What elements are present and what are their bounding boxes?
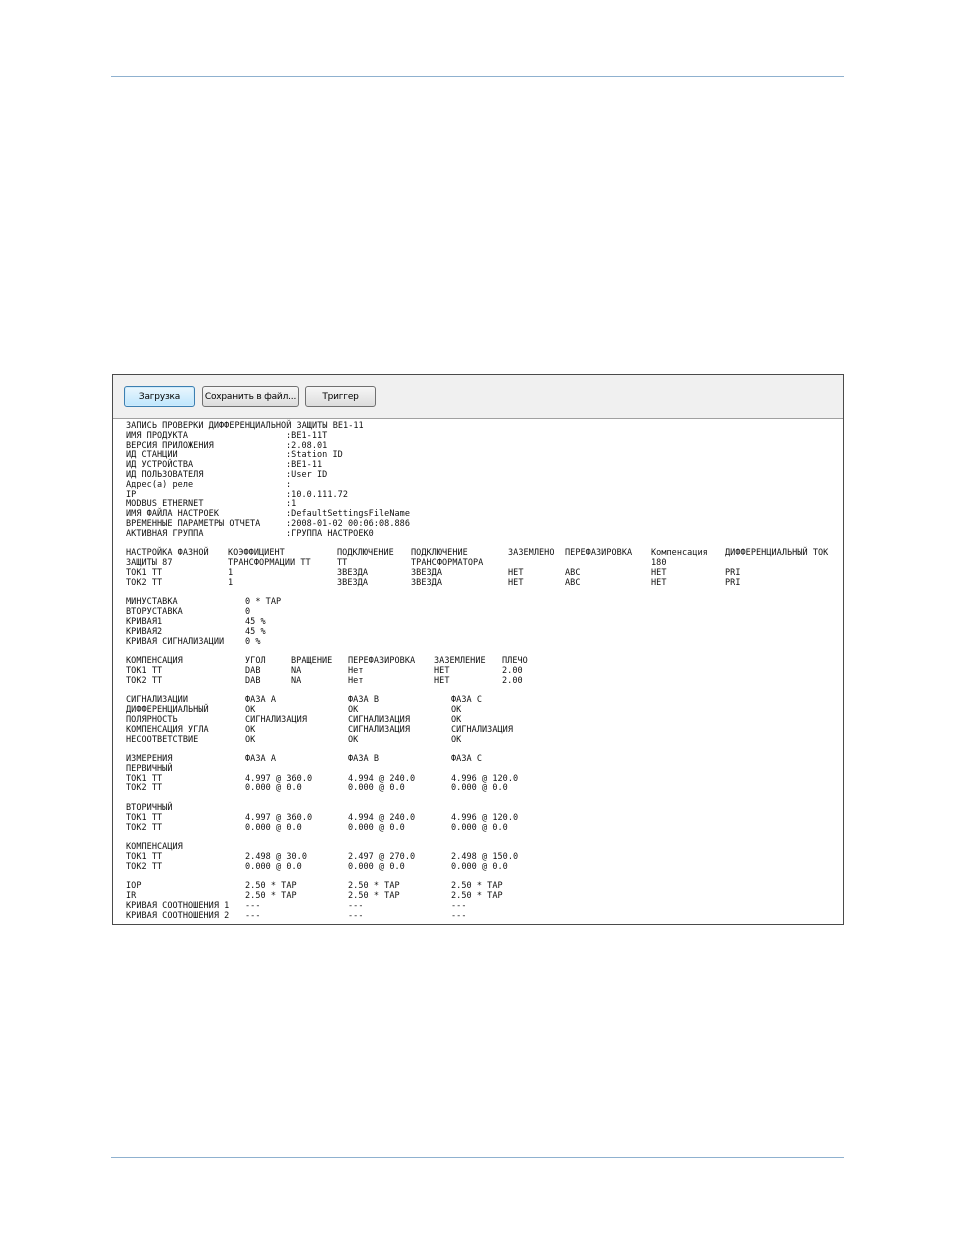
alarm-row: ДИФФЕРЕНЦИАЛЬНЫЙ OK OK OK [126,705,839,716]
header-field-row: IP:10.0.111.72 [126,490,839,501]
settings-row-cell: ABC [565,577,581,588]
measurement-row-cell: 0.000 @ 0.0 [348,822,405,833]
header-field-row-cell: АКТИВНАЯ ГРУППА [126,528,204,539]
header-field-row-cell: :ГРУППА НАСТРОЕК0 [286,528,374,539]
operate-row: IR 2.50 * TAP 2.50 * TAP 2.50 * TAP [126,891,839,902]
measurement-row-cell: ТОК2 ТТ [126,783,163,794]
header-field-row: ИД ПОЛЬЗОВАТЕЛЯ:User ID [126,469,839,481]
measurement-row-cell: 0.000 @ 0.0 [245,822,302,833]
toolbar: Загрузка Сохранить в файл... Триггер [113,375,843,419]
compensation-row: ТОК1 ТТ DAB NA Нет НЕТ 2.00 [126,666,839,677]
operate-row: КРИВАЯ СООТНОШЕНИЯ 2 --- --- --- [126,910,839,922]
alarms-header-row: СИГНАЛИЗАЦИИ ФАЗА А ФАЗА В ФАЗА С [126,696,839,706]
header-field-row: ВЕРСИЯ ПРИЛОЖЕНИЯ:2.08.01 [126,441,839,452]
header-field-row: ВРЕМЕННЫЕ ПАРАМЕТРЫ ОТЧЕТА:2008-01-02 00… [126,519,839,530]
header-field-row: АКТИВНАЯ ГРУППА :ГРУППА НАСТРОЕК0 [126,528,839,540]
measurement-row-cell: 0.000 @ 0.0 [451,783,508,794]
compensation-row-cell: НЕТ [434,675,450,686]
measurement-row-cell: 0.000 @ 0.0 [451,822,508,833]
measurement-row-cell: 0.000 @ 0.0 [245,861,302,872]
pickup-row-cell: КРИВАЯ СИГНАЛИЗАЦИИ [126,636,225,647]
measurement-row-cell: 0.000 @ 0.0 [451,861,508,872]
compensation-row-cell: ТОК2 ТТ [126,675,163,686]
settings-header-row-cell: ПЕРЕФАЗИРОВКА [565,548,633,559]
compensation-header-row: КОМПЕНСАЦИЯ УГОЛ ВРАЩЕНИЕ ПЕРЕФАЗИРОВКА ЗАЗЕ… [126,656,839,667]
pickup-row-cell: 0 % [245,636,261,647]
measurements-header-row-cell: ФАЗА В [348,754,380,765]
compensation-row-cell: DAB [245,675,261,686]
measurements-header-row: ИЗМЕРЕНИЯ ФАЗА А ФАЗА В ФАЗА С [126,754,839,765]
header-field-row: MODBUS ETHERNET:1 [126,500,839,510]
pickup-row: МИНУСТАВКА 0 * TAP [126,598,839,608]
header-field-row: ИД СТАНЦИИ:Station ID [126,451,839,461]
compensation-row: ТОК2 ТТ DAB NA Нет НЕТ 2.00 [126,675,839,687]
settings-row-cell: ЗВЕЗДА [411,577,443,588]
compensation-row-cell: 2.00 [502,675,523,686]
operate-row-cell: КРИВАЯ СООТНОШЕНИЯ 2 [126,910,230,921]
load-button[interactable]: Загрузка [124,386,195,407]
settings-row-cell: ЗВЕЗДА [337,577,369,588]
report-title: ЗАПИСЬ ПРОВЕРКИ ДИФФЕРЕНЦИАЛЬНОЙ ЗАЩИТЫ … [126,421,839,432]
header-field-row: ИМЯ ПРОДУКТА:BE1-11T [126,431,839,442]
operate-row-cell: --- [348,910,364,921]
operate-row-cell: --- [245,910,261,921]
compensation-row-cell: NA [291,675,302,686]
header-field-row-cell: Адрес(а) реле [126,479,194,490]
save-to-file-button[interactable]: Сохранить в файл... [202,386,299,407]
settings-row-cell: 1 [228,577,234,588]
measurements-header-row-cell: ФАЗА С [451,754,483,765]
pickup-row: КРИВАЯ2 45 % [126,627,839,638]
settings-row-cell: НЕТ [508,577,524,588]
settings-header-row-cell: ДИФФЕРЕНЦИАЛЬНЫЙ ТОК [725,548,829,559]
page-footer-rule [111,1157,844,1158]
measurement-row: ТОК2 ТТ 0.000 @ 0.0 0.000 @ 0.0 0.000 @ 0.0 [126,822,839,834]
alarm-row-cell: OK [348,734,359,745]
settings-row-cell: ТОК2 ТТ [126,577,163,588]
page-header-rule [111,76,844,77]
measurement-row-cell: 0.000 @ 0.0 [348,861,405,872]
header-field-row: Адрес(а) реле: [126,479,839,491]
measurements-header-row-cell: ФАЗА А [245,754,277,765]
header-field-row: ИД УСТРОЙСТВА:BE1-11 [126,460,839,471]
alarm-row-cell: OK [245,734,256,745]
report-text-area[interactable]: ЗАПИСЬ ПРОВЕРКИ ДИФФЕРЕНЦИАЛЬНОЙ ЗАЩИТЫ … [126,421,839,924]
settings-row-cell: PRI [725,577,741,588]
operate-row: КРИВАЯ СООТНОШЕНИЯ 1 --- --- --- [126,901,839,912]
alarm-row-cell: OK [451,734,462,745]
measurement-row-cell: 0.000 @ 0.0 [348,783,405,794]
pickup-row: КРИВАЯ1 45 % [126,617,839,628]
trigger-button[interactable]: Триггер [305,386,376,407]
pickup-row: ВТОРУСТАВКА 0 [126,607,839,618]
alarm-row-cell: НЕСООТВЕТСТВИЕ [126,734,199,745]
header-field-row-cell: :User ID [286,469,328,480]
measurement-row: ТОК2 ТТ 0.000 @ 0.0 0.000 @ 0.0 0.000 @ 0.0 [126,784,839,794]
settings-header-row-cell: ТРАНСФОРМАЦИИ ТТ [228,558,311,569]
compensation-row-cell: Нет [348,675,364,686]
measurement-row-cell: ТОК2 ТТ [126,822,163,833]
pickup-row: КРИВАЯ СИГНАЛИЗАЦИИ 0 % [126,636,839,648]
differential-check-record-window: Загрузка Сохранить в файл... Триггер ЗАП… [112,374,844,925]
pickup-row-cell: 0 * TAP [245,597,282,608]
measurement-row: ТОК2 ТТ 0.000 @ 0.0 0.000 @ 0.0 0.000 @ 0.0 [126,861,839,873]
alarm-row: НЕСООТВЕТСТВИЕ OK OK OK [126,734,839,746]
settings-row: ТОК2 ТТ 1 ЗВЕЗДА ЗВЕЗДА НЕТ ABC НЕТ PRI [126,577,839,589]
measurement-row-cell: 0.000 @ 0.0 [245,783,302,794]
settings-row-cell: НЕТ [651,577,667,588]
measurement-row-cell: ТОК2 ТТ [126,861,163,872]
operate-row-cell: --- [451,910,467,921]
settings-header-row-cell: ЗАЗЕМЛЕНО [508,548,555,559]
alarm-row: КОМПЕНСАЦИЯ УГЛА OK СИГНАЛИЗАЦИЯ СИГНАЛИЗАЦ… [126,725,839,736]
